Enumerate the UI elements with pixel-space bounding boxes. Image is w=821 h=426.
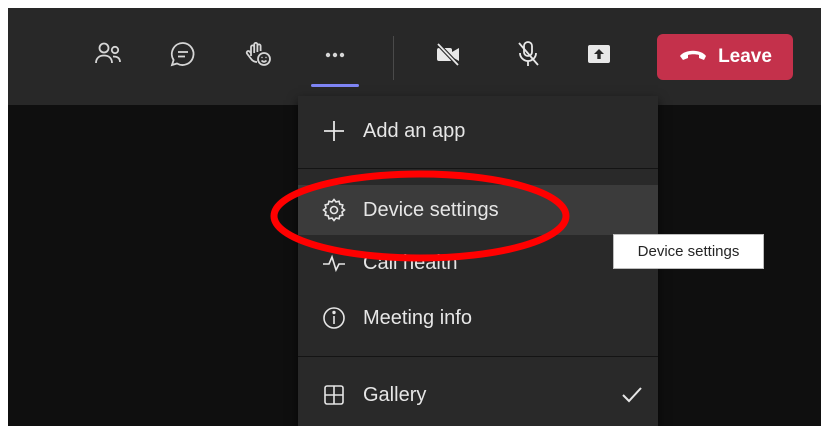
menu-item-label: Add an app [363, 119, 466, 142]
menu-item-meeting-info[interactable]: Meeting info [298, 293, 658, 343]
menu-item-label: Meeting info [363, 306, 472, 329]
menu-item-label: Gallery [363, 383, 427, 406]
grid-icon [320, 381, 348, 409]
menu-item-add-app[interactable]: Add an app [298, 106, 658, 156]
checkmark-icon [620, 383, 644, 407]
more-dots-icon [320, 39, 350, 74]
hang-up-icon [678, 46, 718, 68]
share-tray-icon [584, 39, 614, 74]
more-options-menu: Add an app Device settings Call health M… [298, 96, 658, 426]
microphone-button[interactable] [508, 36, 548, 76]
meeting-toolbar: Leave [8, 8, 821, 105]
toolbar-divider [393, 36, 394, 80]
info-icon [320, 304, 348, 332]
camera-off-icon [433, 39, 463, 74]
gear-icon [320, 196, 348, 224]
menu-item-label: Call health [363, 251, 458, 274]
plus-icon [320, 117, 348, 145]
people-icon [93, 39, 123, 74]
meeting-window: Leave Add an app Device settings Call he… [8, 8, 821, 426]
tooltip-text: Device settings [637, 243, 740, 260]
react-button[interactable] [238, 36, 278, 76]
menu-item-gallery[interactable]: Gallery [298, 370, 658, 420]
leave-button[interactable]: Leave [657, 34, 793, 80]
pulse-icon [320, 249, 348, 277]
camera-button[interactable] [428, 36, 468, 76]
device-settings-tooltip: Device settings [613, 234, 764, 269]
chat-button[interactable] [163, 36, 203, 76]
menu-divider [298, 168, 658, 169]
mic-off-icon [513, 39, 543, 74]
menu-item-call-health[interactable]: Call health [298, 238, 658, 288]
more-options-button[interactable] [315, 36, 355, 76]
active-tab-indicator [311, 84, 359, 87]
leave-label: Leave [718, 46, 772, 67]
chat-icon [168, 39, 198, 74]
menu-divider [298, 356, 658, 357]
menu-item-device-settings[interactable]: Device settings [298, 185, 658, 235]
menu-item-label: Device settings [363, 198, 499, 221]
raise-hand-react-icon [243, 39, 273, 74]
share-content-button[interactable] [579, 36, 619, 76]
people-button[interactable] [88, 36, 128, 76]
